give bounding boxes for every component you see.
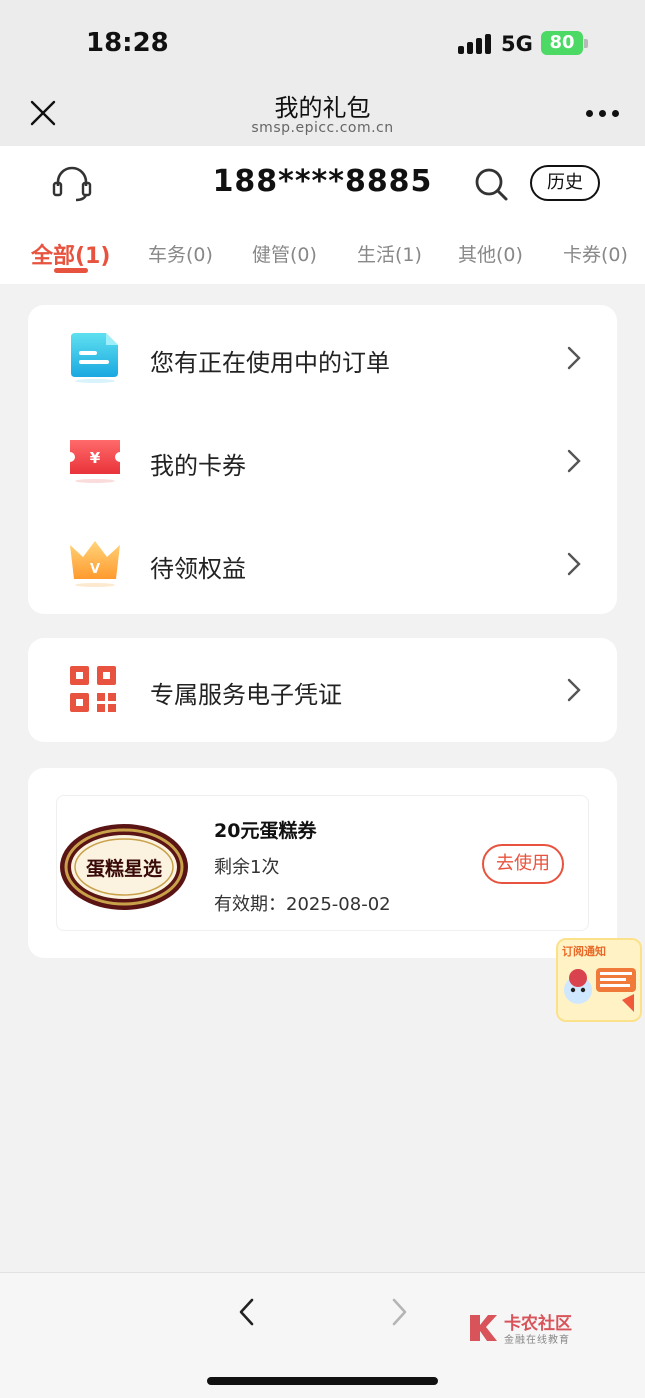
coupon-item[interactable]: 蛋糕星选 20元蛋糕券 剩余1次 有效期：2025-08-02 去使用: [56, 795, 589, 931]
notice-title: 订阅通知: [562, 945, 606, 958]
tab-all[interactable]: 全部(1): [31, 238, 110, 270]
tab-life[interactable]: 生活(1): [357, 240, 422, 267]
chevron-right-icon: [567, 449, 581, 473]
watermark: 卡农社区 金融在线教育: [466, 1309, 596, 1349]
status-bar: 18:28 5G 80: [0, 0, 645, 80]
chevron-right-icon: [567, 678, 581, 702]
home-indicator: [207, 1377, 438, 1385]
crown-icon: V: [70, 541, 120, 587]
menu-card: 您有正在使用中的订单 ¥ 我的卡券 V 待领权益: [28, 305, 617, 614]
coupon-title: 20元蛋糕券: [214, 820, 317, 842]
tab-health[interactable]: 健管(0): [252, 240, 317, 267]
qrcode-icon: [70, 666, 116, 712]
svg-text:¥: ¥: [90, 449, 101, 467]
watermark-logo-icon: [470, 1315, 497, 1341]
tab-cards[interactable]: 卡券(0): [563, 240, 628, 267]
ticket-icon: ¥: [70, 440, 120, 483]
watermark-subtitle: 金融在线教育: [504, 1335, 570, 1346]
brand-logo: 蛋糕星选: [60, 824, 188, 910]
menu-label-benefits: 待领权益: [150, 555, 246, 583]
forward-arrow-icon[interactable]: [388, 1297, 410, 1327]
svg-text:V: V: [90, 562, 100, 577]
battery-icon: 80: [541, 31, 583, 55]
network-label: 5G: [501, 32, 533, 56]
page-title: 我的礼包: [274, 94, 371, 122]
menu-label-cards: 我的卡券: [150, 452, 246, 480]
status-time: 18:28: [86, 28, 169, 58]
brand-logo-text: 蛋糕星选: [86, 857, 162, 880]
category-tabs: 全部(1) 车务(0) 健管(0) 生活(1) 其他(0) 卡券(0): [0, 236, 645, 276]
chevron-right-icon: [567, 346, 581, 370]
subscribe-notice-widget[interactable]: 订阅通知: [556, 938, 642, 1022]
battery-tip: [584, 39, 588, 48]
header: 188****8885 历史 全部(1) 车务(0) 健管(0) 生活(1) 其…: [0, 146, 645, 284]
menu-item-benefits[interactable]: V 待领权益: [28, 513, 617, 613]
use-coupon-button[interactable]: 去使用: [482, 844, 564, 884]
active-tab-indicator: [54, 268, 88, 273]
chevron-right-icon: [567, 552, 581, 576]
page-domain: smsp.epicc.com.cn: [251, 120, 394, 136]
menu-label-voucher: 专属服务电子凭证: [150, 681, 342, 709]
menu-item-voucher[interactable]: 专属服务电子凭证: [28, 640, 617, 740]
tab-other[interactable]: 其他(0): [458, 240, 523, 267]
menu-item-cards[interactable]: ¥ 我的卡券: [28, 410, 617, 510]
tab-vehicle[interactable]: 车务(0): [148, 240, 213, 267]
mascot-icon: [564, 968, 636, 1012]
history-button[interactable]: 历史: [530, 165, 600, 201]
signal-icon: [458, 34, 492, 54]
voucher-card: 专属服务电子凭证: [28, 638, 617, 742]
back-arrow-icon[interactable]: [236, 1297, 258, 1327]
nav-bar: 我的礼包 smsp.epicc.com.cn: [0, 80, 645, 146]
coupon-card: 蛋糕星选 20元蛋糕券 剩余1次 有效期：2025-08-02 去使用: [28, 768, 617, 958]
document-icon: [71, 333, 118, 383]
more-icon[interactable]: [586, 110, 620, 118]
coupon-remaining: 剩余1次: [214, 857, 280, 878]
search-icon[interactable]: [472, 166, 512, 202]
menu-item-orders[interactable]: 您有正在使用中的订单: [28, 307, 617, 407]
coupon-expiry: 有效期：2025-08-02: [214, 894, 391, 915]
menu-label-orders: 您有正在使用中的订单: [150, 349, 390, 377]
